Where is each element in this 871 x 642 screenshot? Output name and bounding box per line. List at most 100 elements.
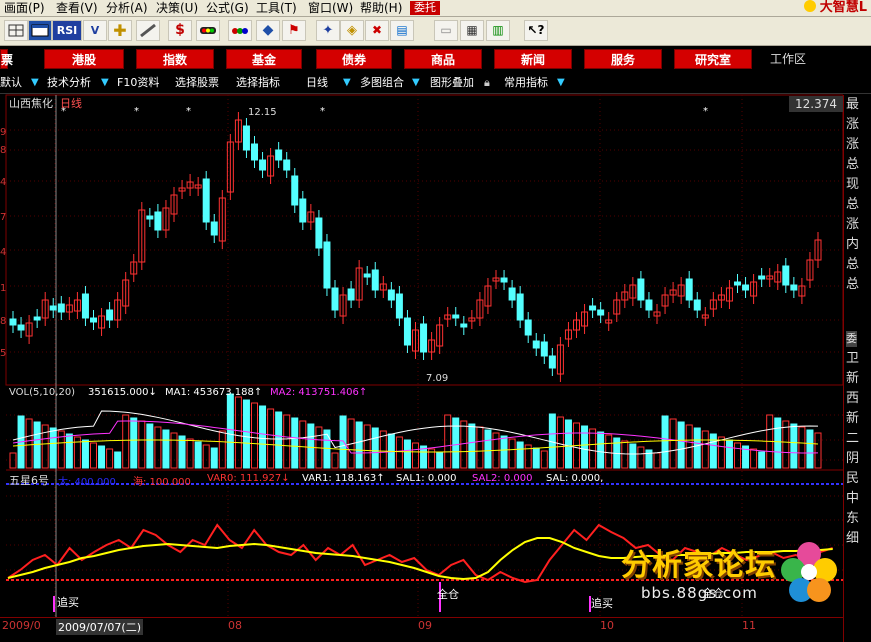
signal-label: 追买	[57, 596, 79, 609]
signal-label: 追买	[591, 597, 613, 610]
volume-bar	[774, 417, 782, 469]
volume-bar	[806, 429, 814, 469]
volume-bar	[637, 446, 645, 469]
quote-row: 卫	[846, 351, 860, 366]
date-tick: 11	[742, 619, 756, 632]
watermark-title: 分析家论坛	[621, 548, 776, 583]
axis-tick: 9	[0, 127, 7, 138]
volume-bar	[307, 423, 315, 469]
candle	[90, 317, 97, 323]
volume-bar	[589, 428, 597, 469]
volume-bar	[363, 424, 371, 469]
candle	[758, 275, 766, 280]
candle	[106, 309, 114, 321]
star-marker: *	[320, 106, 325, 117]
volume-bar	[790, 423, 798, 469]
volume-bar	[355, 421, 363, 469]
candle	[146, 215, 154, 220]
cursor-date: 2009/07/07(二)	[56, 619, 143, 635]
volume-bar	[130, 417, 138, 469]
candle	[508, 287, 516, 301]
volume-bar	[371, 427, 379, 469]
volume-bar	[154, 426, 162, 469]
watermark-url: bbs.88gs.com	[641, 584, 758, 602]
indicator-da: 大: 400.000	[58, 477, 116, 488]
candle	[49, 305, 57, 311]
volume-bar	[339, 415, 347, 469]
candle	[387, 289, 395, 301]
volume-bar	[508, 438, 516, 469]
volume-bar	[564, 419, 572, 469]
candle	[283, 159, 291, 171]
axis-tick: 4	[0, 177, 7, 188]
volume-bar	[395, 436, 403, 469]
quote-row: 新	[846, 411, 860, 426]
volume-bar	[677, 421, 685, 469]
quote-row: 民	[846, 471, 860, 486]
candle	[9, 318, 17, 326]
volume-bar	[234, 396, 242, 469]
candle	[347, 288, 355, 301]
volume-bar	[41, 424, 49, 469]
volume-bar	[758, 451, 766, 469]
volume-bar	[782, 420, 790, 469]
candle	[251, 143, 258, 161]
volume-bar	[460, 420, 468, 469]
volume-bar	[436, 451, 444, 469]
vol-value: 351615.000↓	[88, 387, 157, 398]
axis-tick: 7	[0, 212, 7, 223]
quote-row: 涨	[846, 137, 860, 152]
volume-bar	[331, 452, 339, 469]
volume-bar	[122, 414, 130, 469]
indicator-var1: VAR1: 118.163↑	[302, 473, 385, 484]
volume-bar	[90, 442, 97, 469]
candle	[154, 211, 162, 231]
candle	[685, 278, 693, 301]
candle	[403, 317, 411, 346]
volume-bar	[484, 429, 492, 469]
volume-bar	[81, 439, 89, 469]
volume-bar	[291, 417, 299, 469]
candle	[331, 287, 339, 311]
volume-bar	[444, 414, 452, 469]
quote-row: 新	[846, 371, 860, 386]
volume-bar	[532, 447, 540, 469]
candle	[540, 341, 548, 357]
quote-row: 现	[846, 177, 860, 192]
volume-bar	[701, 430, 709, 469]
volume-bar	[323, 429, 331, 469]
quote-row: 二	[846, 431, 860, 446]
volume-bar	[548, 413, 556, 469]
candle	[17, 324, 25, 331]
quote-panel[interactable]: 最 涨 涨 总 现 总 涨 内 总 总 委 卫 新 西 新 二 阴 民 中 东 …	[843, 95, 871, 642]
volume-bar	[621, 440, 629, 469]
volume-bar	[114, 451, 122, 469]
vol-ma1: MA1: 453673.188↑	[165, 387, 263, 398]
candle	[81, 293, 89, 319]
candle	[452, 314, 460, 319]
volume-bar	[299, 420, 307, 469]
indicator-var0: VAR0: 111.927↓	[207, 473, 290, 484]
candle	[363, 273, 371, 278]
candle	[597, 309, 605, 316]
candle	[742, 284, 750, 291]
candle	[202, 178, 210, 223]
volume-bar	[581, 425, 589, 469]
volume-bar	[202, 444, 210, 469]
volume-bar	[49, 427, 57, 469]
candle	[395, 293, 403, 319]
candle	[734, 281, 741, 286]
star-marker: *	[703, 106, 708, 117]
stock-chart[interactable]: * * * * *	[0, 0, 843, 620]
candle	[299, 198, 307, 223]
volume-bar	[500, 435, 508, 469]
axis-tick: 1	[0, 283, 7, 294]
volume-bar	[194, 441, 202, 469]
candle	[210, 221, 218, 236]
volume-bar	[669, 418, 677, 469]
quote-row: 中	[846, 491, 860, 506]
volume-bar	[218, 430, 226, 469]
low-annotation: 7.09	[426, 373, 449, 384]
candle	[371, 269, 379, 291]
axis-tick: 8	[0, 145, 7, 156]
